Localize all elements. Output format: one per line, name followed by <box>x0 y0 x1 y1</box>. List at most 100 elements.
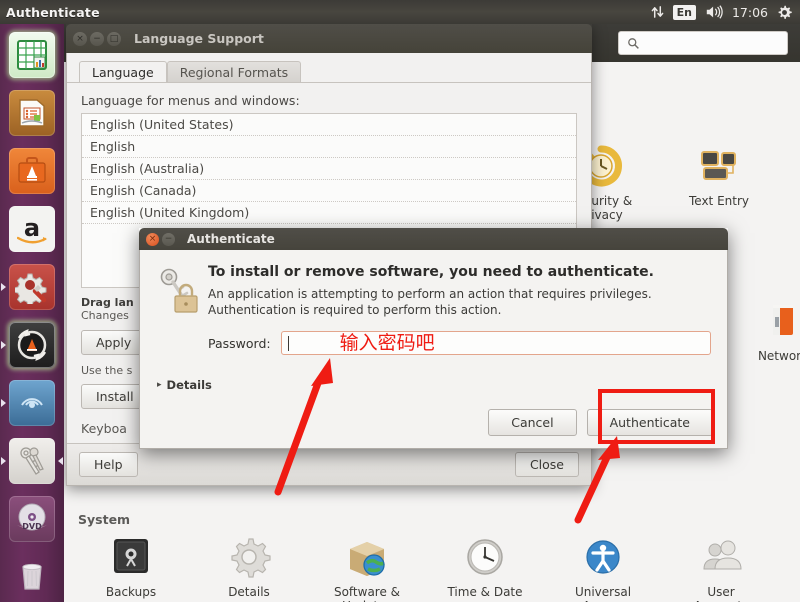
settings-item-details[interactable]: Details <box>190 533 308 602</box>
text-entry-icon <box>695 142 743 190</box>
apply-button[interactable]: Apply <box>81 330 147 355</box>
list-item[interactable]: English <box>82 136 576 158</box>
launcher-item-passwords-keys[interactable] <box>0 432 64 490</box>
settings-item-user-accounts[interactable]: User Accounts <box>662 533 780 602</box>
launcher-item-amazon[interactable]: a <box>0 200 64 258</box>
launcher-item-trash[interactable] <box>0 548 64 602</box>
software-updates-icon <box>343 533 391 581</box>
launcher-item-software-center[interactable] <box>0 142 64 200</box>
trash-icon <box>9 554 55 600</box>
launcher-item-system-settings[interactable] <box>0 316 64 374</box>
libreoffice-impress-icon <box>9 90 55 136</box>
amazon-icon: a <box>9 206 55 252</box>
settings-item-label: Text Entry <box>688 194 749 208</box>
up-down-arrows-icon[interactable] <box>651 5 664 19</box>
passwords-keys-icon <box>9 438 55 484</box>
password-label: Password: <box>208 335 271 351</box>
settings-item-label: Time & Date <box>447 585 523 599</box>
system-items-row: Backups Details Software & Time & Date U… <box>64 527 800 602</box>
settings-item-label: Backups <box>105 585 157 599</box>
dvd-disc-icon: DVD <box>9 496 55 542</box>
settings-item-network[interactable]: Network <box>724 297 800 363</box>
key-lock-icon <box>156 264 208 355</box>
unity-launcher: a DVD <box>0 24 64 602</box>
language-list-caption: Language for menus and windows: <box>81 93 300 108</box>
close-button[interactable]: Close <box>514 452 579 477</box>
authenticate-dialog-buttons: Cancel Authenticate <box>488 409 713 436</box>
software-center-icon <box>9 148 55 194</box>
maximize-icon[interactable]: □ <box>107 31 121 46</box>
top-panel: Authenticate En 17:06 <box>0 0 800 24</box>
help-button[interactable]: Help <box>79 452 138 477</box>
search-field[interactable] <box>645 36 775 50</box>
tab-language[interactable]: Language <box>79 61 167 82</box>
list-item[interactable]: English (United Kingdom) <box>82 202 576 224</box>
language-support-title: Language Support <box>134 31 264 46</box>
settings-item-label: Details <box>228 585 270 599</box>
settings-item-label: Universal Access <box>574 585 632 602</box>
settings-item-universal-access[interactable]: Universal Access <box>544 533 662 602</box>
list-item[interactable]: English (Australia) <box>82 158 576 180</box>
password-field[interactable]: 输入密码吧 <box>280 331 711 355</box>
authenticate-dialog-title: Authenticate <box>187 232 275 246</box>
focused-indicator-icon <box>58 457 63 465</box>
system-group-label: System <box>78 512 131 527</box>
settings-item-backups[interactable]: Backups <box>72 533 190 602</box>
settings-item-time-date[interactable]: Time & Date <box>426 533 544 602</box>
clock-indicator[interactable]: 17:06 <box>732 5 768 20</box>
authenticate-description: An application is attempting to perform … <box>208 287 652 317</box>
launcher-item-system-tools[interactable] <box>0 258 64 316</box>
settings-item-label: Software & Updates <box>333 585 401 602</box>
gear-icon[interactable] <box>777 5 792 20</box>
details-label: Details <box>166 378 212 392</box>
system-group: System Backups Details Software & Time &… <box>64 512 800 602</box>
language-support-action-bar: Help Close <box>67 443 591 485</box>
keyboard-layout-indicator[interactable]: En <box>672 4 696 20</box>
tab-bar: Language Regional Formats <box>67 53 591 83</box>
authenticate-heading: To install or remove software, you need … <box>208 264 654 280</box>
close-icon[interactable]: × <box>73 31 87 46</box>
settings-item-software-updates[interactable]: Software & Updates <box>308 533 426 602</box>
chevron-right-icon: ▸ <box>157 380 162 390</box>
close-icon[interactable]: × <box>146 232 159 246</box>
svg-text:DVD: DVD <box>22 522 42 531</box>
search-icon <box>628 37 639 49</box>
cancel-button[interactable]: Cancel <box>488 409 577 436</box>
system-tools-icon <box>9 264 55 310</box>
launcher-item-remote-desktop[interactable] <box>0 374 64 432</box>
volume-icon[interactable] <box>705 5 723 19</box>
remote-desktop-icon <box>9 380 55 426</box>
text-caret <box>287 335 289 351</box>
details-disclosure[interactable]: ▸ Details <box>157 378 212 392</box>
minimize-icon[interactable]: − <box>90 31 104 46</box>
gear-icon <box>225 533 273 581</box>
system-settings-icon <box>9 322 55 368</box>
list-item[interactable]: English (United States) <box>82 114 576 136</box>
authenticate-button[interactable]: Authenticate <box>586 409 713 436</box>
minimize-icon[interactable]: − <box>162 232 175 246</box>
universal-access-icon <box>579 533 627 581</box>
clock-icon <box>461 533 509 581</box>
search-input[interactable] <box>618 31 788 55</box>
libreoffice-calc-icon <box>9 32 55 78</box>
launcher-item-libreoffice-calc[interactable] <box>0 26 64 84</box>
safe-icon <box>107 533 155 581</box>
settings-item-text-entry[interactable]: Text Entry <box>660 142 778 222</box>
list-item[interactable]: English (Canada) <box>82 180 576 202</box>
screen: Security & Privacy Text Entry Networ Sys… <box>0 0 800 602</box>
settings-item-label: Network <box>757 349 800 363</box>
authenticate-titlebar[interactable]: × − Authenticate <box>139 228 728 250</box>
launcher-item-libreoffice-impress[interactable] <box>0 84 64 142</box>
users-icon <box>697 533 745 581</box>
network-icon <box>759 297 800 345</box>
language-support-titlebar[interactable]: × − □ Language Support <box>66 24 592 53</box>
tab-regional-formats[interactable]: Regional Formats <box>166 61 302 82</box>
password-annotation: 输入密码吧 <box>339 332 435 354</box>
indicator-area: En 17:06 <box>651 4 800 20</box>
running-indicator-icon <box>1 341 6 349</box>
running-indicator-icon <box>1 399 6 407</box>
password-row: Password: 输入密码吧 <box>208 331 711 355</box>
authenticate-dialog-body: To install or remove software, you need … <box>139 250 728 449</box>
launcher-item-dvd[interactable]: DVD <box>0 490 64 548</box>
panel-app-title: Authenticate <box>6 4 100 20</box>
